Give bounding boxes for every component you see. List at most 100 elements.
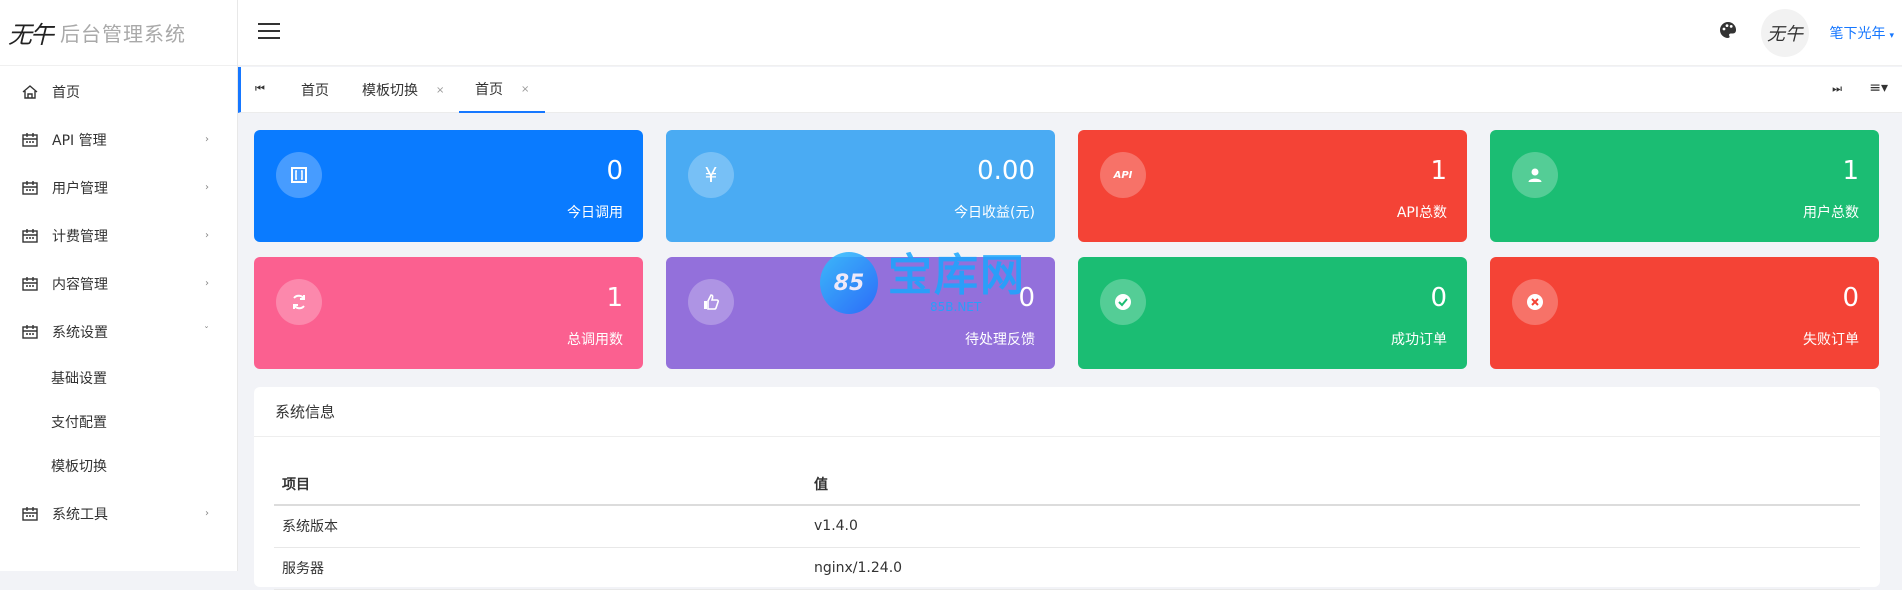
settings-submenu: 基础设置 支付配置 模板切换	[0, 356, 237, 488]
chevron-right-icon: ›	[205, 181, 209, 193]
chevron-down-icon: ˇ	[204, 325, 209, 337]
close-icon[interactable]: ×	[521, 84, 529, 95]
card-value: 0	[606, 156, 623, 186]
close-icon[interactable]: ×	[436, 85, 444, 96]
calendar-icon	[22, 277, 38, 291]
card-label: 失败订单	[1803, 332, 1859, 348]
tab-label: 模板切换	[362, 83, 418, 99]
tab-template-switch[interactable]: 模板切换 ×	[362, 67, 444, 113]
column-header: 值	[814, 463, 1860, 506]
sidebar-item-label: API 管理	[52, 133, 107, 149]
table-cell: nginx/1.24.0	[814, 547, 1860, 590]
user-icon	[1512, 152, 1558, 198]
sidebar-menu-bottom: 系统工具 ›	[0, 488, 237, 538]
card-value: 0	[1842, 283, 1859, 313]
card-api-total[interactable]: API 1 API总数	[1078, 130, 1467, 242]
card-value: 0.00	[977, 156, 1035, 186]
top-header: 无午 笔下光年 ▾	[238, 0, 1902, 66]
table-cell: 系统版本	[274, 505, 814, 548]
stat-cards: 0 今日调用 ¥ 0.00 今日收益(元) API 1 API总数 1 用户总数…	[254, 130, 1880, 369]
sidebar-item-content[interactable]: 内容管理 ›	[0, 260, 237, 308]
card-user-total[interactable]: 1 用户总数	[1490, 130, 1879, 242]
tab-label: 首页	[301, 83, 329, 99]
sidebar-item-users[interactable]: 用户管理 ›	[0, 164, 237, 212]
card-label: 今日收益(元)	[954, 205, 1035, 221]
sidebar-item-label: 系统工具	[52, 507, 108, 523]
calendar-icon	[22, 507, 38, 521]
thumbs-up-icon	[688, 279, 734, 325]
tab-home-active[interactable]: 首页 ×	[459, 67, 546, 113]
table-row: 系统版本 v1.4.0	[274, 505, 1860, 548]
sidebar: 无午 后台管理系统 首页 API 管理 › 用户管理 › 计费管理 › 内容管理…	[0, 0, 238, 571]
sidebar-item-billing[interactable]: 计费管理 ›	[0, 212, 237, 260]
sidebar-item-label: 计费管理	[52, 229, 108, 245]
card-value: 0	[1018, 283, 1035, 313]
home-icon	[22, 85, 38, 99]
submenu-item-basic-settings[interactable]: 基础设置	[0, 356, 237, 400]
sidebar-menu: 首页 API 管理 › 用户管理 › 计费管理 › 内容管理 › 系统设置 ˇ	[0, 66, 237, 356]
card-today-calls[interactable]: 0 今日调用	[254, 130, 643, 242]
card-label: 成功订单	[1391, 332, 1447, 348]
card-label: 待处理反馈	[965, 332, 1035, 348]
menu-toggle-icon[interactable]	[258, 23, 280, 41]
table-row: 服务器 nginx/1.24.0	[274, 547, 1860, 590]
caret-down-icon: ▾	[1889, 31, 1894, 41]
card-value: 1	[1430, 156, 1447, 186]
user-menu[interactable]: 笔下光年 ▾	[1829, 23, 1894, 43]
calendar-icon	[22, 229, 38, 243]
calendar-icon	[22, 133, 38, 147]
logo-mark: 无午	[8, 21, 54, 49]
sidebar-item-home[interactable]: 首页	[0, 68, 237, 116]
card-value: 1	[606, 283, 623, 313]
chevron-right-icon: ›	[205, 277, 209, 289]
scroll-first-icon[interactable]: ⏮	[255, 82, 265, 96]
tab-bar: ⏮ 首页 模板切换 × 首页 × ⏭ ≡▾	[238, 67, 1902, 113]
tab-label: 首页	[475, 82, 503, 98]
submenu-item-template-switch[interactable]: 模板切换	[0, 444, 237, 488]
sidebar-item-label: 用户管理	[52, 181, 108, 197]
card-label: 总调用数	[567, 332, 623, 348]
check-circle-icon	[1100, 279, 1146, 325]
card-failed-orders[interactable]: 0 失败订单	[1490, 257, 1879, 369]
chevron-right-icon: ›	[205, 229, 209, 241]
card-success-orders[interactable]: 0 成功订单	[1078, 257, 1467, 369]
table-header-row: 项目 值	[274, 463, 1860, 506]
card-label: 今日调用	[567, 205, 623, 221]
submenu-item-payment-config[interactable]: 支付配置	[0, 400, 237, 444]
bracket-icon	[276, 152, 322, 198]
x-circle-icon	[1512, 279, 1558, 325]
yen-icon: ¥	[688, 152, 734, 198]
sidebar-item-tools[interactable]: 系统工具 ›	[0, 490, 237, 538]
sidebar-item-api[interactable]: API 管理 ›	[0, 116, 237, 164]
sidebar-item-label: 内容管理	[52, 277, 108, 293]
avatar[interactable]: 无午	[1761, 9, 1809, 57]
sidebar-item-label: 系统设置	[52, 325, 108, 341]
system-info-panel: 系统信息 项目 值 系统版本 v1.4.0 服务器 nginx/1.24.0	[254, 387, 1880, 590]
card-value: 0	[1430, 283, 1447, 313]
card-today-revenue[interactable]: ¥ 0.00 今日收益(元)	[666, 130, 1055, 242]
card-value: 1	[1842, 156, 1859, 186]
username-label: 笔下光年	[1829, 26, 1886, 42]
api-icon: API	[1100, 152, 1146, 198]
tab-home[interactable]: 首页	[301, 67, 329, 113]
tab-options-icon[interactable]: ≡▾	[1869, 80, 1888, 96]
logo[interactable]: 无午 后台管理系统	[0, 0, 237, 66]
card-label: 用户总数	[1803, 205, 1859, 221]
card-pending-feedback[interactable]: 0 待处理反馈	[666, 257, 1055, 369]
scroll-last-icon[interactable]: ⏭	[1832, 82, 1842, 96]
calendar-icon	[22, 325, 38, 339]
sidebar-item-label: 首页	[52, 85, 80, 101]
panel-title: 系统信息	[254, 387, 1880, 437]
card-total-calls[interactable]: 1 总调用数	[254, 257, 643, 369]
refresh-icon	[276, 279, 322, 325]
sidebar-item-settings[interactable]: 系统设置 ˇ	[0, 308, 237, 356]
table-cell: 服务器	[274, 547, 814, 590]
table-cell: v1.4.0	[814, 505, 1860, 548]
calendar-icon	[22, 181, 38, 195]
palette-icon[interactable]	[1719, 21, 1737, 39]
column-header: 项目	[274, 463, 814, 506]
card-label: API总数	[1396, 205, 1447, 221]
app-title: 后台管理系统	[60, 22, 186, 46]
chevron-right-icon: ›	[205, 507, 209, 519]
chevron-right-icon: ›	[205, 133, 209, 145]
